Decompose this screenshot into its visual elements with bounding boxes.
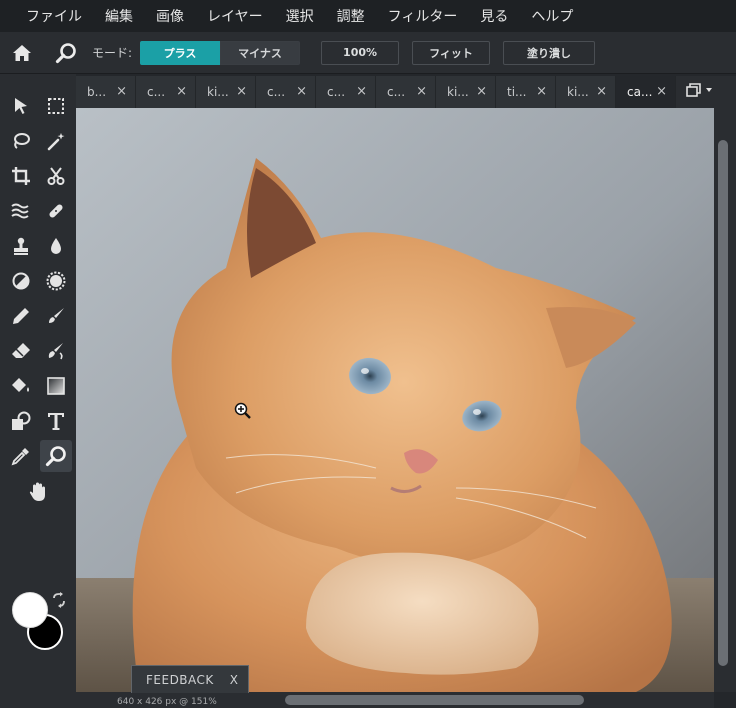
document-tabs: b... × c... × ki... × c... × c... × c... × ki.… [76,76,736,108]
menu-edit[interactable]: 編集 [105,6,133,26]
close-icon[interactable]: × [416,84,427,99]
tab-label: ca... [627,85,653,99]
menu-image[interactable]: 画像 [156,6,184,26]
tool-options-bar: モード: プラス マイナス 100% フィット 塗り潰し [0,32,736,74]
tab-document[interactable]: c... × [256,76,316,108]
scissors-icon[interactable] [40,160,72,192]
tab-document[interactable]: c... × [136,76,196,108]
brush-icon[interactable] [40,300,72,332]
hand-icon[interactable] [22,476,54,508]
canvas-status-text: 640 x 426 px @ 151% [117,697,217,707]
feedback-close-button[interactable]: X [230,673,239,687]
sponge-icon[interactable] [40,265,72,297]
foreground-color-swatch[interactable] [12,592,48,628]
shape-icon[interactable] [5,405,37,437]
vertical-scrollbar[interactable] [714,108,736,692]
liquify-icon[interactable] [5,195,37,227]
pencil-icon[interactable] [5,300,37,332]
magic-wand-icon[interactable] [40,125,72,157]
stamp-icon[interactable] [5,230,37,262]
menu-bar: ファイル 編集 画像 レイヤー 選択 調整 フィルター 見る ヘルプ [0,0,736,32]
menu-file[interactable]: ファイル [26,6,82,26]
heal-icon[interactable] [40,195,72,227]
close-icon[interactable]: × [536,84,547,99]
close-icon[interactable]: × [176,84,187,99]
tab-label: ti... [507,85,527,99]
text-icon[interactable] [40,405,72,437]
eyedropper-icon[interactable] [5,440,37,472]
vertical-scroll-thumb[interactable] [718,140,728,666]
tab-document[interactable]: ti... × [496,76,556,108]
window-arrange-button[interactable] [676,76,724,108]
tab-label: c... [147,85,166,99]
kitten-photo [76,108,714,692]
zoom-icon[interactable] [40,440,72,472]
menu-select[interactable]: 選択 [286,6,314,26]
mode-label: モード: [92,46,133,60]
mode-minus-button[interactable]: マイナス [220,40,301,65]
fit-button[interactable]: フィット [412,40,491,65]
tab-label: c... [387,85,406,99]
close-icon[interactable]: × [236,84,247,99]
close-icon[interactable]: × [596,84,607,99]
pointer-icon[interactable] [5,90,37,122]
smudge-icon[interactable] [40,335,72,367]
tab-label: c... [267,85,286,99]
crop-icon[interactable] [5,160,37,192]
tab-document[interactable]: b... × [76,76,136,108]
bucket-icon[interactable] [5,370,37,402]
tab-document[interactable]: ki... × [436,76,496,108]
gradient-icon[interactable] [40,370,72,402]
fill-button[interactable]: 塗り潰し [503,40,596,65]
horizontal-scroll-thumb[interactable] [285,695,584,705]
tab-label: ki... [207,85,229,99]
close-icon[interactable]: × [476,84,487,99]
close-icon[interactable]: × [356,84,367,99]
zoom-100-button[interactable]: 100% [321,40,400,65]
feedback-widget[interactable]: FEEDBACK X [131,665,249,693]
mode-toggle: プラス マイナス [140,40,301,65]
close-icon[interactable]: × [656,84,667,99]
tools-panel [0,74,76,708]
swap-colors-icon[interactable] [51,592,67,608]
lasso-icon[interactable] [5,125,37,157]
feedback-label[interactable]: FEEDBACK [146,673,214,687]
tab-document-active[interactable]: ca... × [616,76,676,108]
zoom-cursor-icon [234,402,254,426]
menu-help[interactable]: ヘルプ [531,6,573,26]
tab-label: ki... [447,85,469,99]
zoom-tool-icon [54,41,78,65]
tab-document[interactable]: ki... × [196,76,256,108]
close-icon[interactable]: × [116,84,127,99]
eraser-icon[interactable] [5,335,37,367]
tab-document[interactable]: ki... × [556,76,616,108]
menu-layer[interactable]: レイヤー [207,6,263,26]
menu-view[interactable]: 見る [480,6,508,26]
menu-adjust[interactable]: 調整 [337,6,365,26]
close-icon[interactable]: × [296,84,307,99]
marquee-icon[interactable] [40,90,72,122]
mode-plus-button[interactable]: プラス [140,40,221,65]
menu-filter[interactable]: フィルター [388,6,458,26]
tab-label: b... [87,85,107,99]
windows-icon [686,82,714,102]
tab-document[interactable]: c... × [316,76,376,108]
home-icon[interactable] [10,41,34,65]
canvas[interactable] [76,108,714,692]
tab-label: c... [327,85,346,99]
drop-icon[interactable] [40,230,72,262]
tab-label: ki... [567,85,589,99]
tab-document[interactable]: c... × [376,76,436,108]
dodge-icon[interactable] [5,265,37,297]
